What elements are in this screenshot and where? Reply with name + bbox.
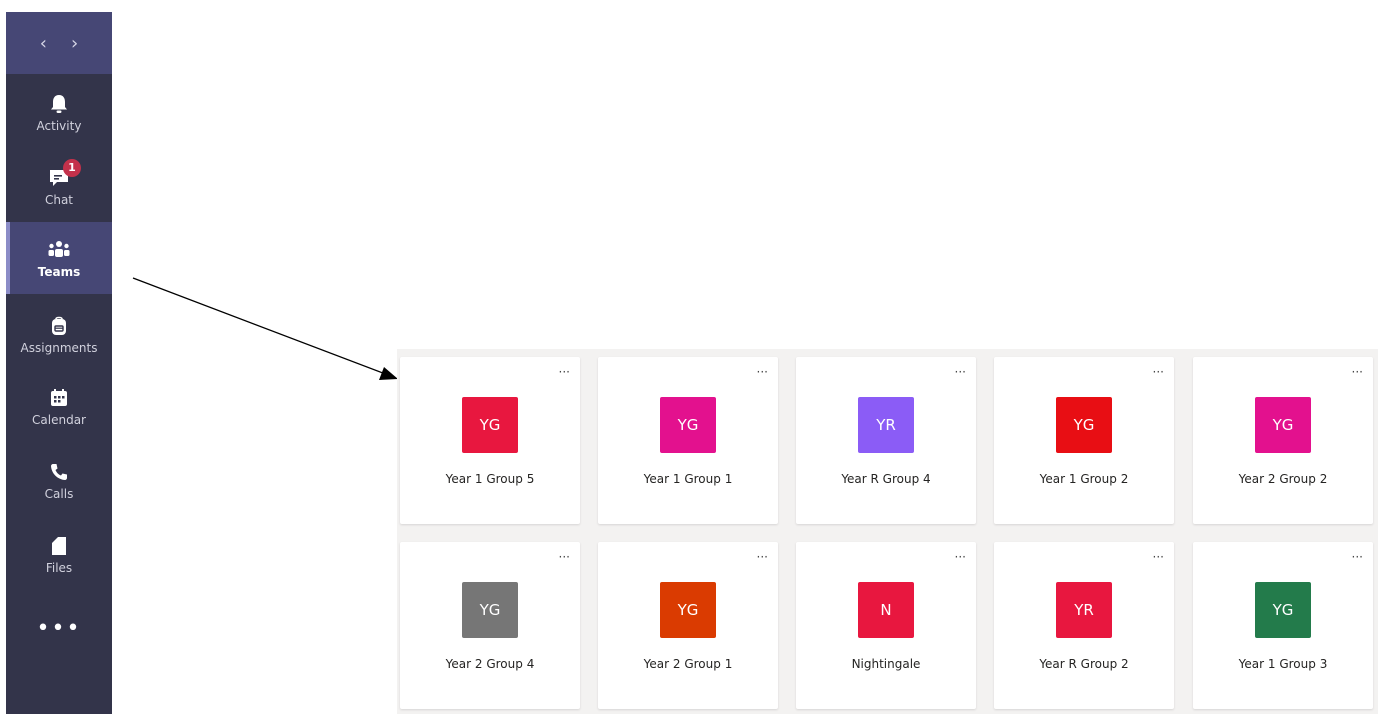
forward-arrow-icon[interactable]: › [71, 33, 78, 54]
team-name: Nightingale [851, 657, 921, 671]
rail-item-assignments[interactable]: Assignments [6, 298, 112, 370]
back-arrow-icon[interactable]: ‹ [40, 33, 47, 54]
more-options-icon[interactable]: ··· [559, 550, 570, 564]
rail-item-files[interactable]: Files [6, 518, 112, 590]
team-card[interactable]: ··· YG Year 2 Group 4 [400, 542, 580, 709]
chat-icon: 1 [47, 158, 81, 190]
more-options-icon[interactable]: ··· [1352, 365, 1363, 379]
more-options-icon[interactable]: ··· [955, 365, 966, 379]
rail-item-label: Assignments [20, 340, 98, 355]
team-avatar: YR [858, 397, 914, 453]
more-options-icon[interactable]: ··· [1153, 365, 1164, 379]
team-avatar: N [858, 582, 914, 638]
teams-icon [47, 238, 71, 262]
more-apps-icon[interactable]: ••• [6, 616, 112, 641]
team-name: Year 2 Group 2 [1238, 472, 1328, 486]
team-name: Year 1 Group 1 [643, 472, 733, 486]
teams-grid: ··· YG Year 1 Group 5 ··· YG Year 1 Grou… [397, 349, 1378, 714]
backpack-icon [47, 314, 71, 338]
calendar-icon [47, 386, 71, 410]
more-options-icon[interactable]: ··· [1153, 550, 1164, 564]
rail-item-label: Calendar [32, 412, 86, 427]
rail-item-label: Activity [36, 118, 82, 133]
bell-icon [47, 92, 71, 116]
team-card[interactable]: ··· YG Year 1 Group 3 [1193, 542, 1373, 709]
more-options-icon[interactable]: ··· [1352, 550, 1363, 564]
rail-item-teams[interactable]: Teams [6, 222, 112, 294]
rail-item-calls[interactable]: Calls [6, 444, 112, 516]
file-icon [47, 534, 71, 558]
rail-item-label: Chat [44, 192, 74, 207]
team-card[interactable]: ··· YG Year 2 Group 1 [598, 542, 778, 709]
team-card[interactable]: ··· YG Year 1 Group 2 [994, 357, 1174, 524]
team-avatar: YG [660, 582, 716, 638]
unread-badge: 1 [63, 158, 81, 177]
team-card[interactable]: ··· YG Year 2 Group 2 [1193, 357, 1373, 524]
app-rail: ‹ › Activity 1 Chat Teams Assignments Ca… [6, 12, 112, 714]
team-avatar: YG [462, 397, 518, 453]
team-avatar: YG [462, 582, 518, 638]
more-options-icon[interactable]: ··· [757, 365, 768, 379]
rail-item-activity[interactable]: Activity [6, 76, 112, 148]
more-options-icon[interactable]: ··· [559, 365, 570, 379]
team-avatar: YG [1056, 397, 1112, 453]
rail-item-label: Teams [37, 264, 81, 279]
rail-item-chat[interactable]: 1 Chat [6, 150, 112, 222]
history-nav: ‹ › [6, 12, 112, 74]
team-avatar: YG [1255, 397, 1311, 453]
team-card[interactable]: ··· YG Year 1 Group 5 [400, 357, 580, 524]
rail-item-calendar[interactable]: Calendar [6, 370, 112, 442]
team-name: Year 2 Group 4 [445, 657, 535, 671]
team-avatar: YG [660, 397, 716, 453]
team-card[interactable]: ··· N Nightingale [796, 542, 976, 709]
team-name: Year R Group 2 [1039, 657, 1129, 671]
team-avatar: YG [1255, 582, 1311, 638]
team-name: Year 1 Group 2 [1039, 472, 1129, 486]
more-options-icon[interactable]: ··· [757, 550, 768, 564]
team-name: Year R Group 4 [841, 472, 931, 486]
more-options-icon[interactable]: ··· [955, 550, 966, 564]
team-card[interactable]: ··· YR Year R Group 2 [994, 542, 1174, 709]
team-name: Year 2 Group 1 [643, 657, 733, 671]
team-avatar: YR [1056, 582, 1112, 638]
team-name: Year 1 Group 3 [1238, 657, 1328, 671]
rail-item-label: Files [45, 560, 73, 575]
team-card[interactable]: ··· YR Year R Group 4 [796, 357, 976, 524]
phone-icon [47, 460, 71, 484]
team-name: Year 1 Group 5 [445, 472, 535, 486]
team-card[interactable]: ··· YG Year 1 Group 1 [598, 357, 778, 524]
rail-item-label: Calls [44, 486, 74, 501]
